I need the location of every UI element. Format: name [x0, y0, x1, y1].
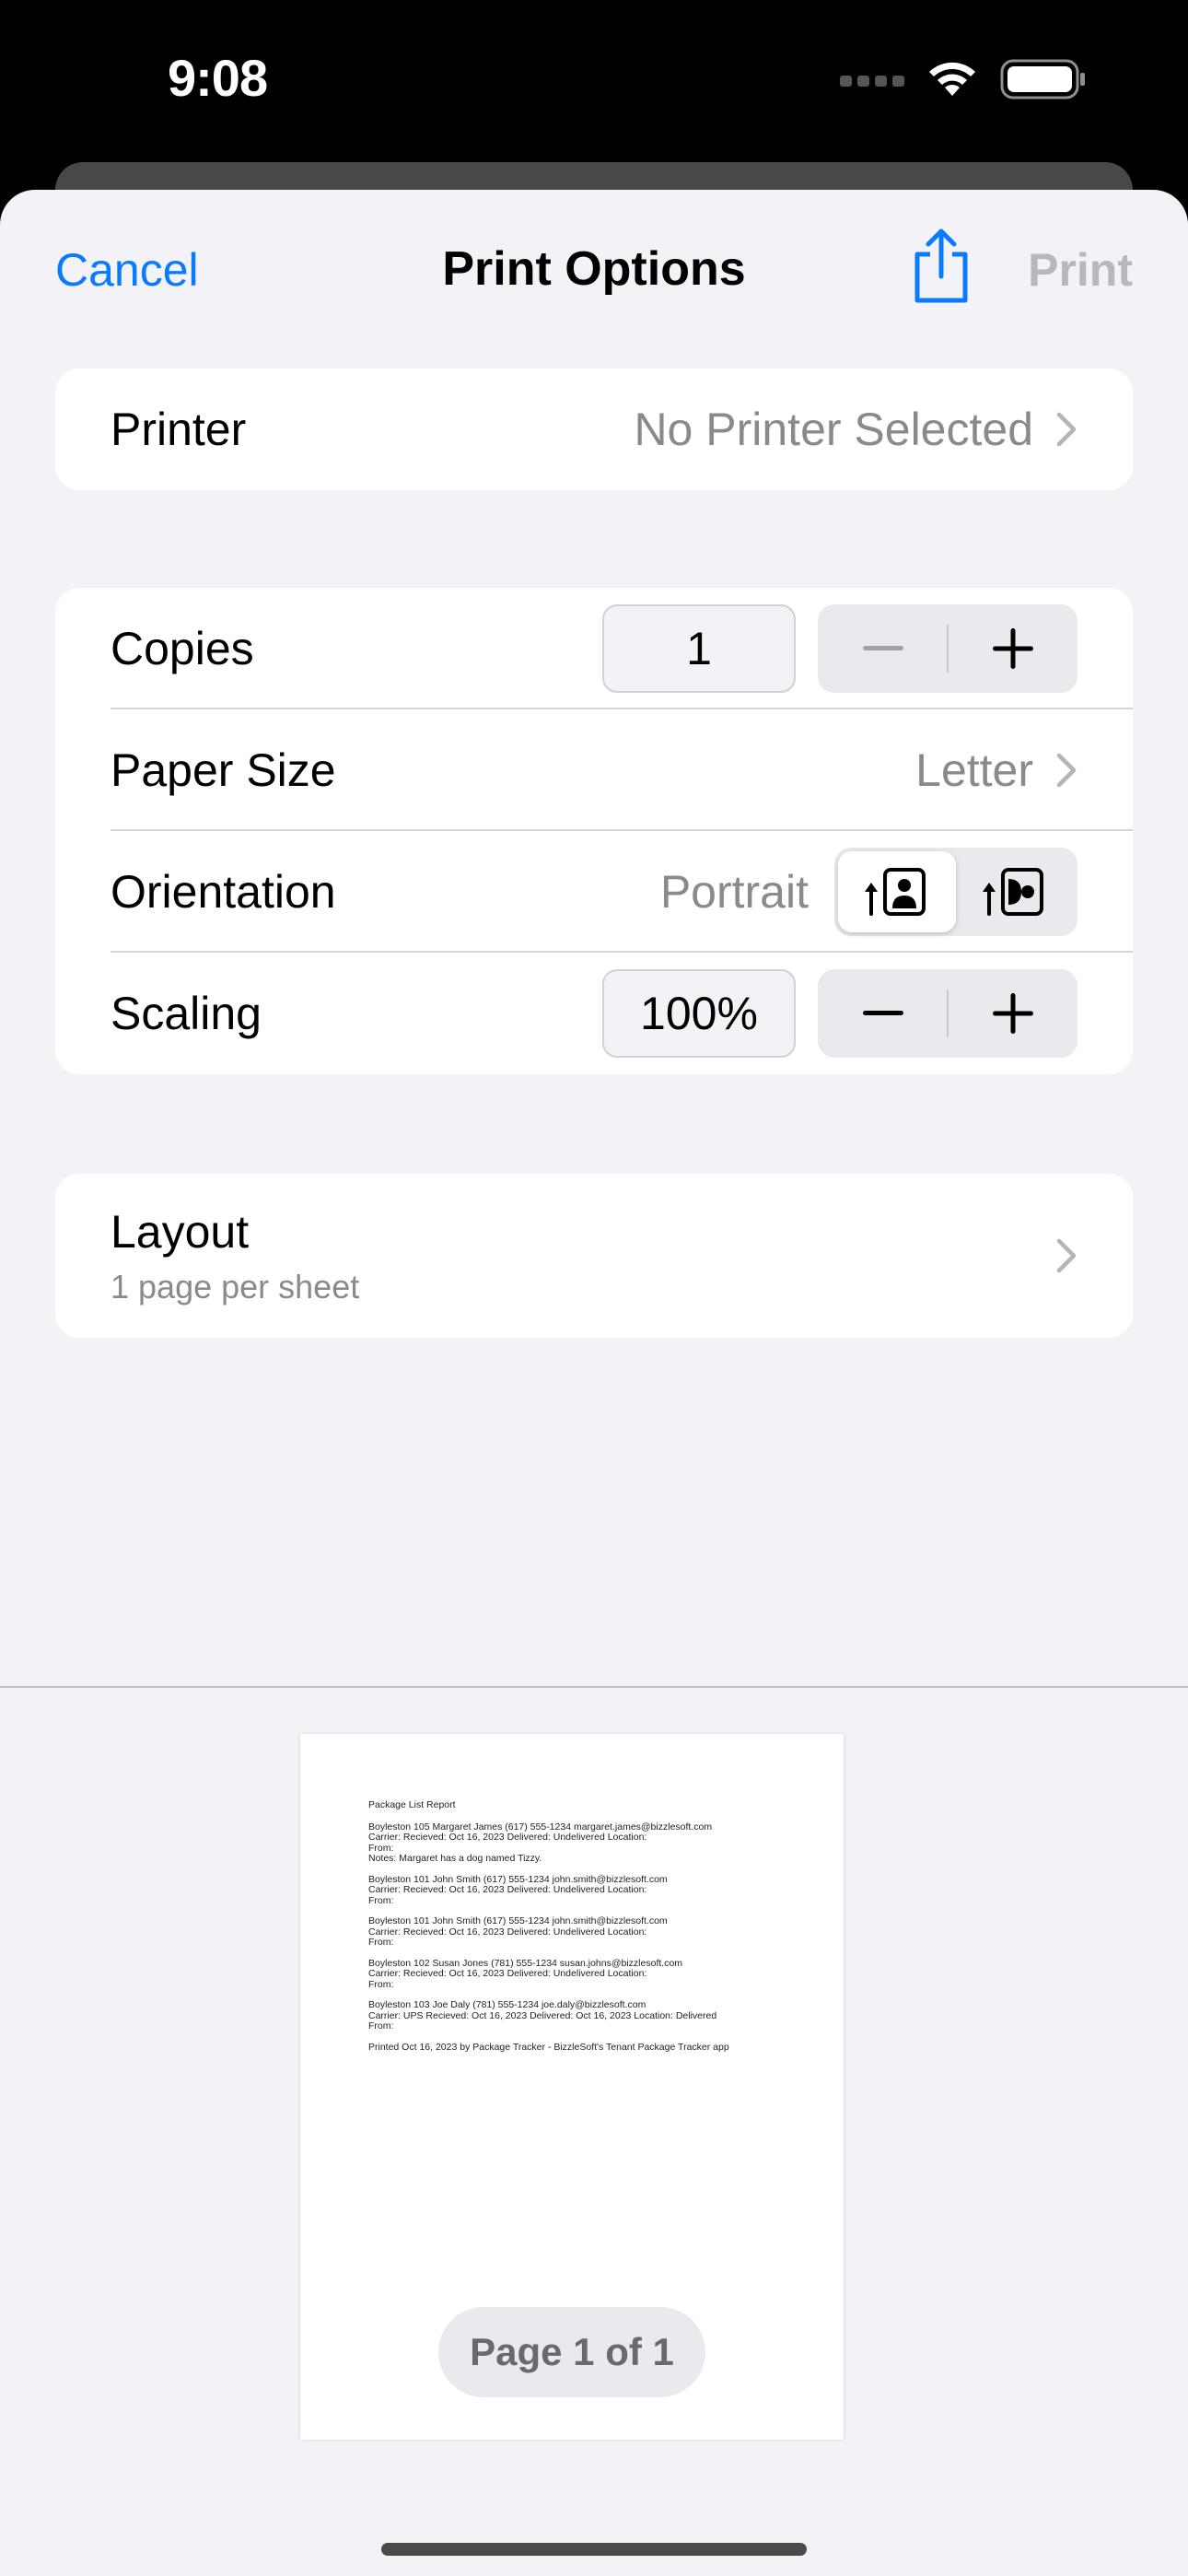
preview-line: From: [368, 2020, 394, 2032]
scaling-stepper [818, 969, 1077, 1058]
navigation-bar: Cancel Print Options Print [0, 190, 1188, 356]
scaling-increment-button[interactable] [948, 969, 1077, 1058]
preview-footer: Printed Oct 16, 2023 by Package Tracker … [368, 2041, 729, 2053]
print-preview-page[interactable]: Package List Report Boyleston 105 Margar… [300, 1734, 844, 2440]
preview-entries: Boyleston 105 Margaret James (617) 555-1… [368, 1821, 810, 2032]
preview-content: Package List Report Boyleston 105 Margar… [368, 1799, 810, 2053]
battery-icon [1000, 59, 1085, 100]
stepper-divider [947, 989, 949, 1037]
cellular-signal-icon [840, 76, 904, 87]
layout-row[interactable]: Layout 1 page per sheet [55, 1174, 1133, 1338]
landscape-icon [983, 868, 1043, 916]
orientation-segmented-control [834, 848, 1077, 936]
scaling-label: Scaling [111, 988, 262, 1039]
minus-icon [862, 646, 903, 650]
paper-size-label: Paper Size [111, 744, 336, 796]
preview-entry: Boyleston 105 Margaret James (617) 555-1… [368, 1821, 810, 1865]
printer-row[interactable]: Printer No Printer Selected [55, 369, 1133, 490]
status-bar: 9:08 [0, 0, 1188, 166]
scaling-field[interactable]: 100% [602, 969, 796, 1058]
preview-divider [0, 1686, 1188, 1688]
plus-icon [992, 628, 1033, 669]
plus-icon [992, 993, 1033, 1034]
copies-label: Copies [111, 623, 254, 674]
copies-field[interactable]: 1 [602, 604, 796, 693]
preview-line: Carrier: UPS Recieved: Oct 16, 2023 Deli… [368, 2009, 717, 2021]
chevron-right-icon [1056, 753, 1077, 788]
paper-size-row[interactable]: Paper Size Letter [55, 709, 1133, 831]
paper-size-value: Letter [915, 744, 1033, 796]
copies-stepper [818, 604, 1077, 693]
preview-line: Notes: Margaret has a dog named Tizzy. [368, 1853, 542, 1864]
preview-entry: Boyleston 103 Joe Daly (781) 555-1234 jo… [368, 1999, 810, 2032]
status-time: 9:08 [168, 49, 268, 107]
landscape-option[interactable] [956, 851, 1074, 932]
portrait-icon [865, 868, 926, 916]
preview-line: Carrier: Recieved: Oct 16, 2023 Delivere… [368, 1926, 647, 1938]
scaling-row: Scaling 100% [55, 953, 1133, 1074]
printer-label: Printer [111, 404, 247, 455]
orientation-row: Orientation Portrait [55, 831, 1133, 953]
minus-icon [862, 1011, 903, 1015]
share-icon[interactable] [910, 227, 973, 304]
preview-line: Carrier: Recieved: Oct 16, 2023 Delivere… [368, 1968, 647, 1979]
preview-line: Boyleston 103 Joe Daly (781) 555-1234 jo… [368, 1999, 646, 2010]
cancel-button[interactable]: Cancel [55, 243, 199, 297]
preview-line: Carrier: Recieved: Oct 16, 2023 Delivere… [368, 1884, 647, 1895]
preview-line: Carrier: Recieved: Oct 16, 2023 Delivere… [368, 1832, 647, 1843]
printer-value: No Printer Selected [634, 404, 1033, 455]
status-icons [840, 59, 1087, 100]
stepper-divider [947, 625, 949, 673]
preview-entry: Boyleston 101 John Smith (617) 555-1234 … [368, 1874, 810, 1907]
preview-line: From: [368, 1894, 394, 1906]
scaling-decrement-button[interactable] [818, 969, 948, 1058]
preview-entry: Boyleston 101 John Smith (617) 555-1234 … [368, 1915, 810, 1949]
preview-line: From: [368, 1978, 394, 1990]
copies-decrement-button[interactable] [818, 604, 948, 693]
layout-value: 1 page per sheet [111, 1268, 360, 1306]
layout-group: Layout 1 page per sheet [55, 1174, 1133, 1338]
chevron-right-icon [1056, 1238, 1077, 1273]
portrait-option[interactable] [838, 851, 956, 932]
print-button[interactable]: Print [1028, 243, 1133, 297]
print-options-sheet: Cancel Print Options Print Printer No Pr… [0, 190, 1188, 2576]
preview-title: Package List Report [368, 1799, 456, 1810]
preview-line: Boyleston 101 John Smith (617) 555-1234 … [368, 1915, 668, 1926]
layout-label: Layout [111, 1206, 250, 1258]
preview-line: From: [368, 1937, 394, 1948]
printer-group: Printer No Printer Selected [55, 369, 1133, 490]
wifi-icon [929, 62, 975, 96]
orientation-value: Portrait [659, 866, 809, 918]
home-indicator [381, 2543, 807, 2556]
copies-increment-button[interactable] [948, 604, 1077, 693]
settings-group: Copies 1 Paper Size Letter Orientation P… [55, 588, 1133, 1074]
copies-row: Copies 1 [55, 588, 1133, 709]
chevron-right-icon [1056, 412, 1077, 447]
page-indicator: Page 1 of 1 [438, 2307, 705, 2397]
preview-entry: Boyleston 102 Susan Jones (781) 555-1234… [368, 1958, 810, 1991]
orientation-label: Orientation [111, 866, 336, 918]
